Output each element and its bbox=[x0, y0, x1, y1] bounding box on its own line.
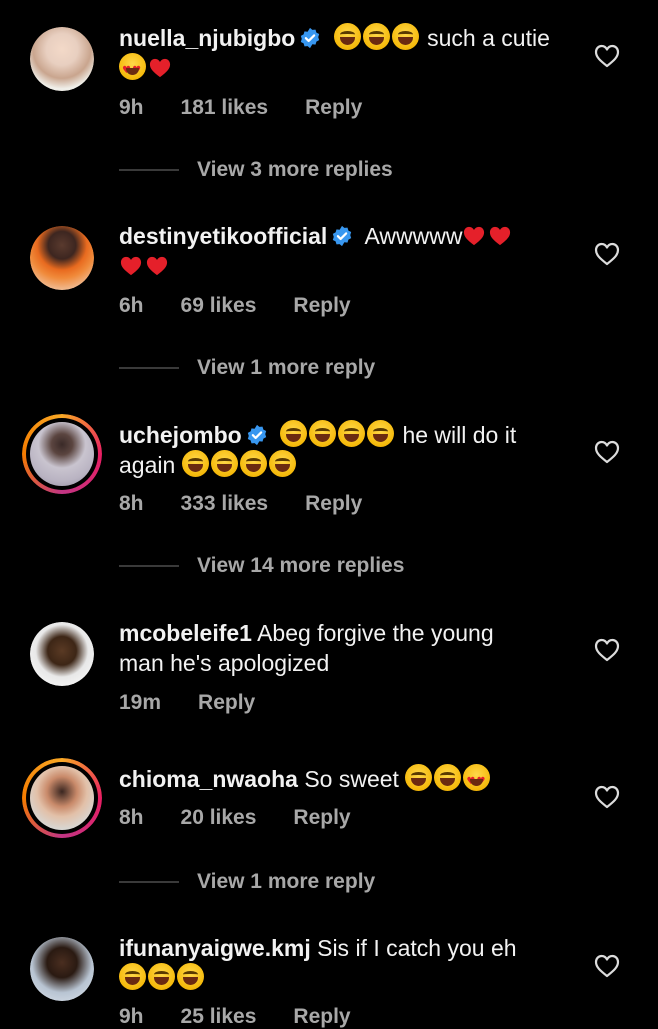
laughing-emoji-icon bbox=[309, 420, 337, 447]
laughing-emoji-icon bbox=[362, 23, 390, 50]
red-heart-emoji-icon bbox=[119, 255, 143, 277]
view-more-replies-label[interactable]: View 3 more replies bbox=[197, 158, 393, 182]
username[interactable]: ifunanyaigwe.kmj bbox=[119, 935, 311, 961]
avatar-with-story-ring[interactable] bbox=[22, 414, 102, 494]
laughing-emoji-icon bbox=[434, 764, 462, 791]
heart-outline-icon[interactable] bbox=[594, 242, 620, 266]
reply-button[interactable]: Reply bbox=[293, 294, 350, 318]
reply-button[interactable]: Reply bbox=[293, 806, 350, 830]
view-more-replies-label[interactable]: View 1 more reply bbox=[197, 870, 375, 894]
comment-time: 6h bbox=[119, 294, 144, 317]
heart-outline-icon[interactable] bbox=[594, 440, 620, 464]
red-heart-emoji-icon bbox=[148, 57, 172, 79]
username[interactable]: nuella_njubigbo bbox=[119, 25, 295, 51]
divider-line bbox=[119, 367, 179, 369]
laughing-emoji-icon bbox=[405, 764, 433, 791]
divider-line bbox=[119, 169, 179, 171]
laughing-emoji-icon bbox=[210, 450, 238, 477]
heart-outline-icon[interactable] bbox=[594, 44, 620, 68]
avatar-with-story-ring[interactable] bbox=[22, 758, 102, 838]
view-more-replies[interactable]: View 14 more replies bbox=[119, 554, 404, 578]
comment-time: 8h bbox=[119, 806, 144, 829]
comment-text: again bbox=[119, 452, 176, 478]
laughing-emoji-icon bbox=[333, 23, 361, 50]
username[interactable]: chioma_nwaoha bbox=[119, 766, 298, 792]
laughing-emoji-icon bbox=[280, 420, 308, 447]
comment-time: 19m bbox=[119, 691, 162, 714]
heart-eyes-emoji-icon bbox=[463, 764, 491, 797]
comment-text: Awwwww bbox=[364, 223, 463, 249]
divider-line bbox=[119, 881, 179, 883]
avatar[interactable] bbox=[30, 226, 94, 290]
likes-count[interactable]: 333 likes bbox=[181, 492, 269, 516]
verified-badge-icon bbox=[299, 27, 321, 49]
verified-badge-icon bbox=[246, 424, 268, 446]
comment-text: So sweet bbox=[304, 766, 399, 792]
comment-text: such a cutie bbox=[427, 25, 550, 51]
laughing-emoji-icon bbox=[181, 450, 209, 477]
verified-badge-icon bbox=[331, 225, 353, 247]
heart-eyes-emoji-icon bbox=[119, 53, 146, 86]
reply-button[interactable]: Reply bbox=[305, 492, 362, 516]
laughing-emoji-icon bbox=[239, 450, 267, 477]
avatar[interactable] bbox=[30, 27, 94, 91]
likes-count[interactable]: 20 likes bbox=[181, 806, 257, 830]
laughing-emoji-icon bbox=[148, 963, 175, 990]
avatar[interactable] bbox=[30, 622, 94, 686]
laughing-emoji-icon bbox=[367, 420, 395, 447]
view-more-replies-label[interactable]: View 14 more replies bbox=[197, 554, 404, 578]
laughing-emoji-icon bbox=[119, 963, 146, 990]
laughing-emoji-icon bbox=[268, 450, 296, 477]
heart-outline-icon[interactable] bbox=[594, 638, 620, 662]
view-more-replies[interactable]: View 3 more replies bbox=[119, 158, 393, 182]
reply-button[interactable]: Reply bbox=[198, 691, 255, 715]
heart-outline-icon[interactable] bbox=[594, 785, 620, 809]
likes-count[interactable]: 25 likes bbox=[181, 1005, 257, 1029]
username[interactable]: destinyetikoofficial bbox=[119, 223, 327, 249]
view-more-replies[interactable]: View 1 more reply bbox=[119, 870, 375, 894]
username[interactable]: uchejombo bbox=[119, 422, 242, 448]
likes-count[interactable]: 69 likes bbox=[181, 294, 257, 318]
comment-time: 9h bbox=[119, 1005, 144, 1028]
comment-text: he will do it bbox=[402, 422, 517, 448]
reply-button[interactable]: Reply bbox=[293, 1005, 350, 1029]
comment-time: 8h bbox=[119, 492, 144, 515]
username[interactable]: mcobeleife1 bbox=[119, 620, 252, 646]
red-heart-emoji-icon bbox=[145, 255, 169, 277]
red-heart-emoji-icon bbox=[462, 225, 486, 247]
comment-text: Abeg forgive the young bbox=[257, 620, 494, 646]
comment-time: 9h bbox=[119, 96, 144, 119]
divider-line bbox=[119, 565, 179, 567]
view-more-replies[interactable]: View 1 more reply bbox=[119, 356, 375, 380]
laughing-emoji-icon bbox=[177, 963, 204, 990]
heart-outline-icon[interactable] bbox=[594, 954, 620, 978]
reply-button[interactable]: Reply bbox=[305, 96, 362, 120]
red-heart-emoji-icon bbox=[488, 225, 512, 247]
likes-count[interactable]: 181 likes bbox=[181, 96, 269, 120]
avatar[interactable] bbox=[30, 937, 94, 1001]
comment-text: Sis if I catch you eh bbox=[317, 935, 517, 961]
laughing-emoji-icon bbox=[338, 420, 366, 447]
view-more-replies-label[interactable]: View 1 more reply bbox=[197, 356, 375, 380]
comment-text: man he's apologized bbox=[119, 650, 330, 676]
laughing-emoji-icon bbox=[391, 23, 419, 50]
